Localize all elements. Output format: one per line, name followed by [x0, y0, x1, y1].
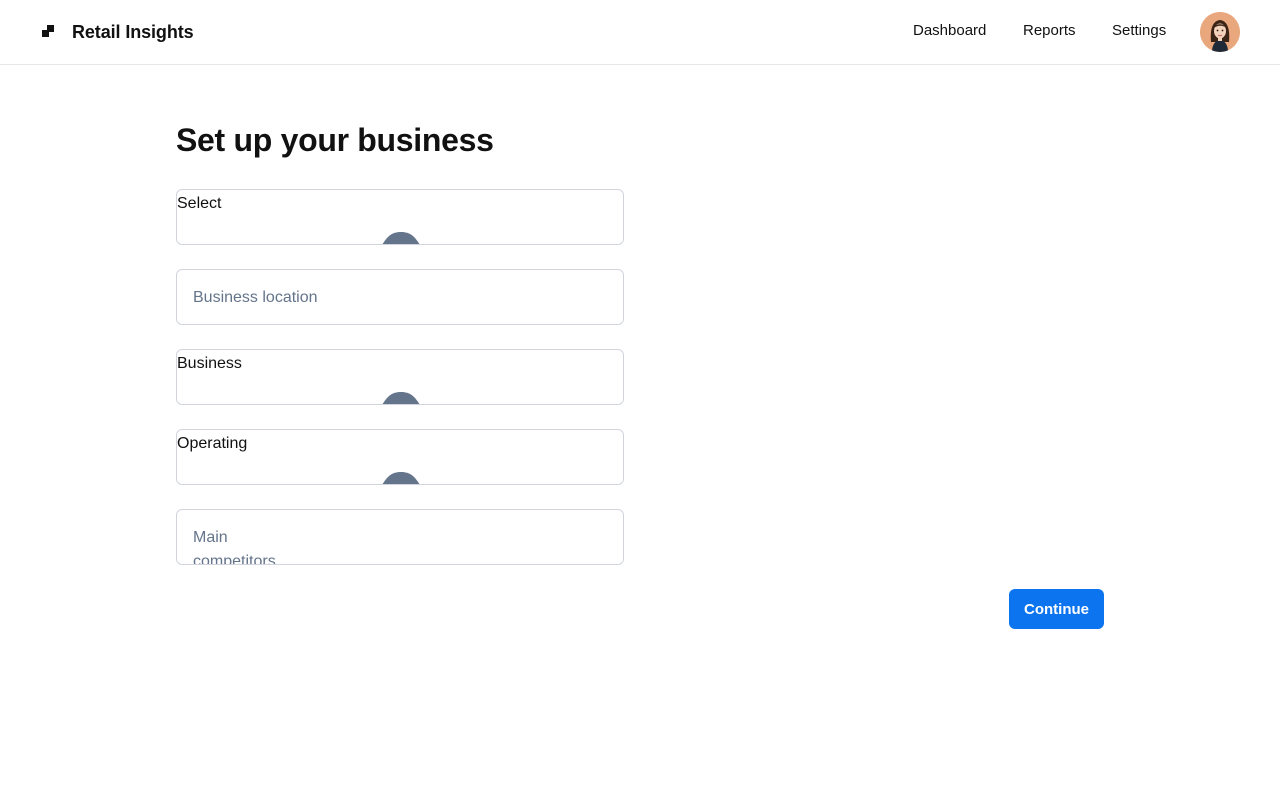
avatar[interactable]: [1200, 12, 1240, 52]
chevron-up-icon: [382, 472, 420, 484]
top-header: Retail Insights Dashboard Reports Settin…: [0, 0, 1280, 65]
business-type-select-label: Select: [177, 195, 222, 212]
nav-settings[interactable]: Settings: [1112, 22, 1166, 39]
business-location-placeholder: Business location: [193, 289, 318, 306]
logo-icon: [42, 25, 56, 39]
continue-button[interactable]: Continue: [1009, 589, 1104, 629]
business-size-select[interactable]: Business: [176, 349, 624, 405]
avatar-portrait-icon: [1200, 12, 1240, 52]
business-size-select-label: Business: [177, 355, 242, 372]
business-location-input[interactable]: Business location: [176, 269, 624, 325]
operating-hours-select[interactable]: Operating: [176, 429, 624, 485]
operating-hours-select-label: Operating: [177, 435, 248, 452]
main-competitors-placeholder: Main competitors: [193, 529, 276, 565]
business-type-select[interactable]: Select: [176, 189, 624, 245]
main-competitors-input[interactable]: Main competitors: [176, 509, 624, 565]
brand-name: Retail Insights: [72, 21, 194, 42]
chevron-up-icon: [382, 232, 420, 244]
nav-dashboard[interactable]: Dashboard: [913, 22, 986, 39]
page-title: Set up your business: [176, 122, 494, 158]
chevron-up-icon: [382, 392, 420, 404]
nav-reports[interactable]: Reports: [1023, 22, 1076, 39]
brand[interactable]: Retail Insights: [42, 20, 194, 44]
